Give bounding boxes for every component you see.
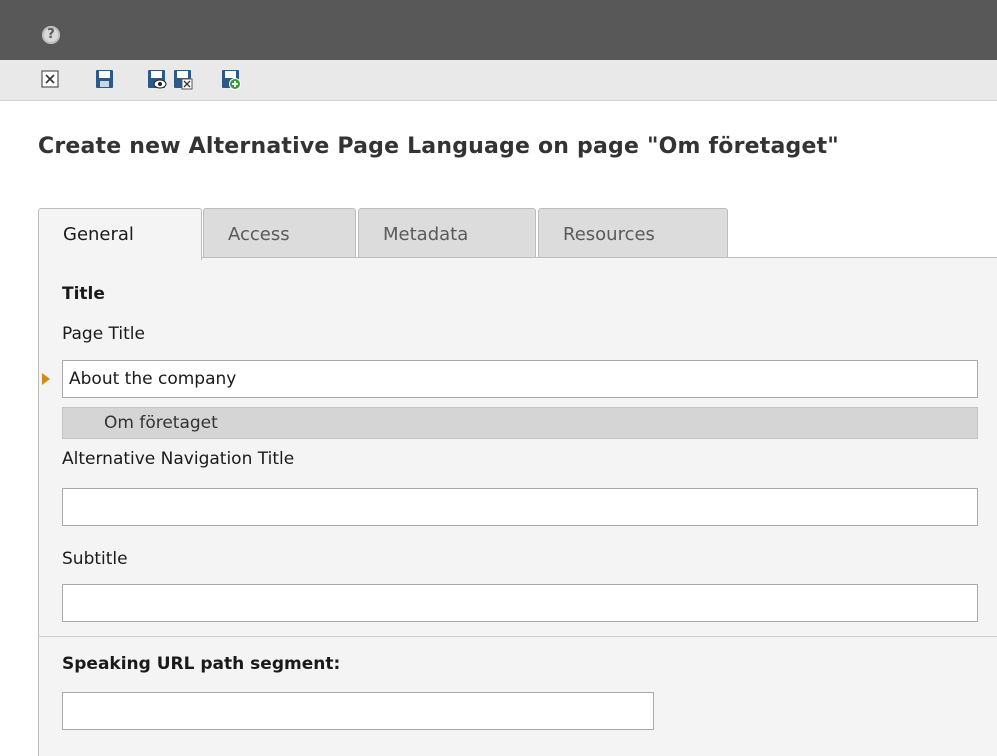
save-icon[interactable] [94, 68, 116, 90]
top-header-bar: ? [0, 0, 997, 60]
nav-title-label: Alternative Navigation Title [62, 449, 295, 469]
save-view-icon[interactable] [146, 68, 168, 90]
page-title-label: Page Title [62, 324, 145, 344]
save-new-icon[interactable] [220, 68, 242, 90]
document-toolbar [0, 60, 997, 101]
page-title: Create new Alternative Page Language on … [38, 134, 839, 159]
url-segment-input[interactable] [62, 692, 654, 730]
save-close-icon[interactable] [172, 68, 194, 90]
section-divider [38, 636, 997, 637]
page-title-input[interactable] [62, 360, 978, 398]
subtitle-input[interactable] [62, 584, 978, 622]
tab-general[interactable]: General [38, 208, 202, 260]
url-segment-label: Speaking URL path segment: [62, 654, 341, 674]
close-icon[interactable] [40, 68, 62, 90]
field-changed-marker [42, 373, 50, 385]
original-language-value: Om företaget [62, 407, 978, 439]
tab-bar: General Access Metadata Resources [38, 208, 997, 260]
help-icon[interactable]: ? [42, 26, 60, 44]
tab-resources[interactable]: Resources [538, 208, 728, 258]
tab-access[interactable]: Access [203, 208, 356, 258]
tab-metadata[interactable]: Metadata [358, 208, 536, 258]
section-title: Title [62, 284, 105, 304]
nav-title-input[interactable] [62, 488, 978, 526]
subtitle-label: Subtitle [62, 549, 128, 569]
